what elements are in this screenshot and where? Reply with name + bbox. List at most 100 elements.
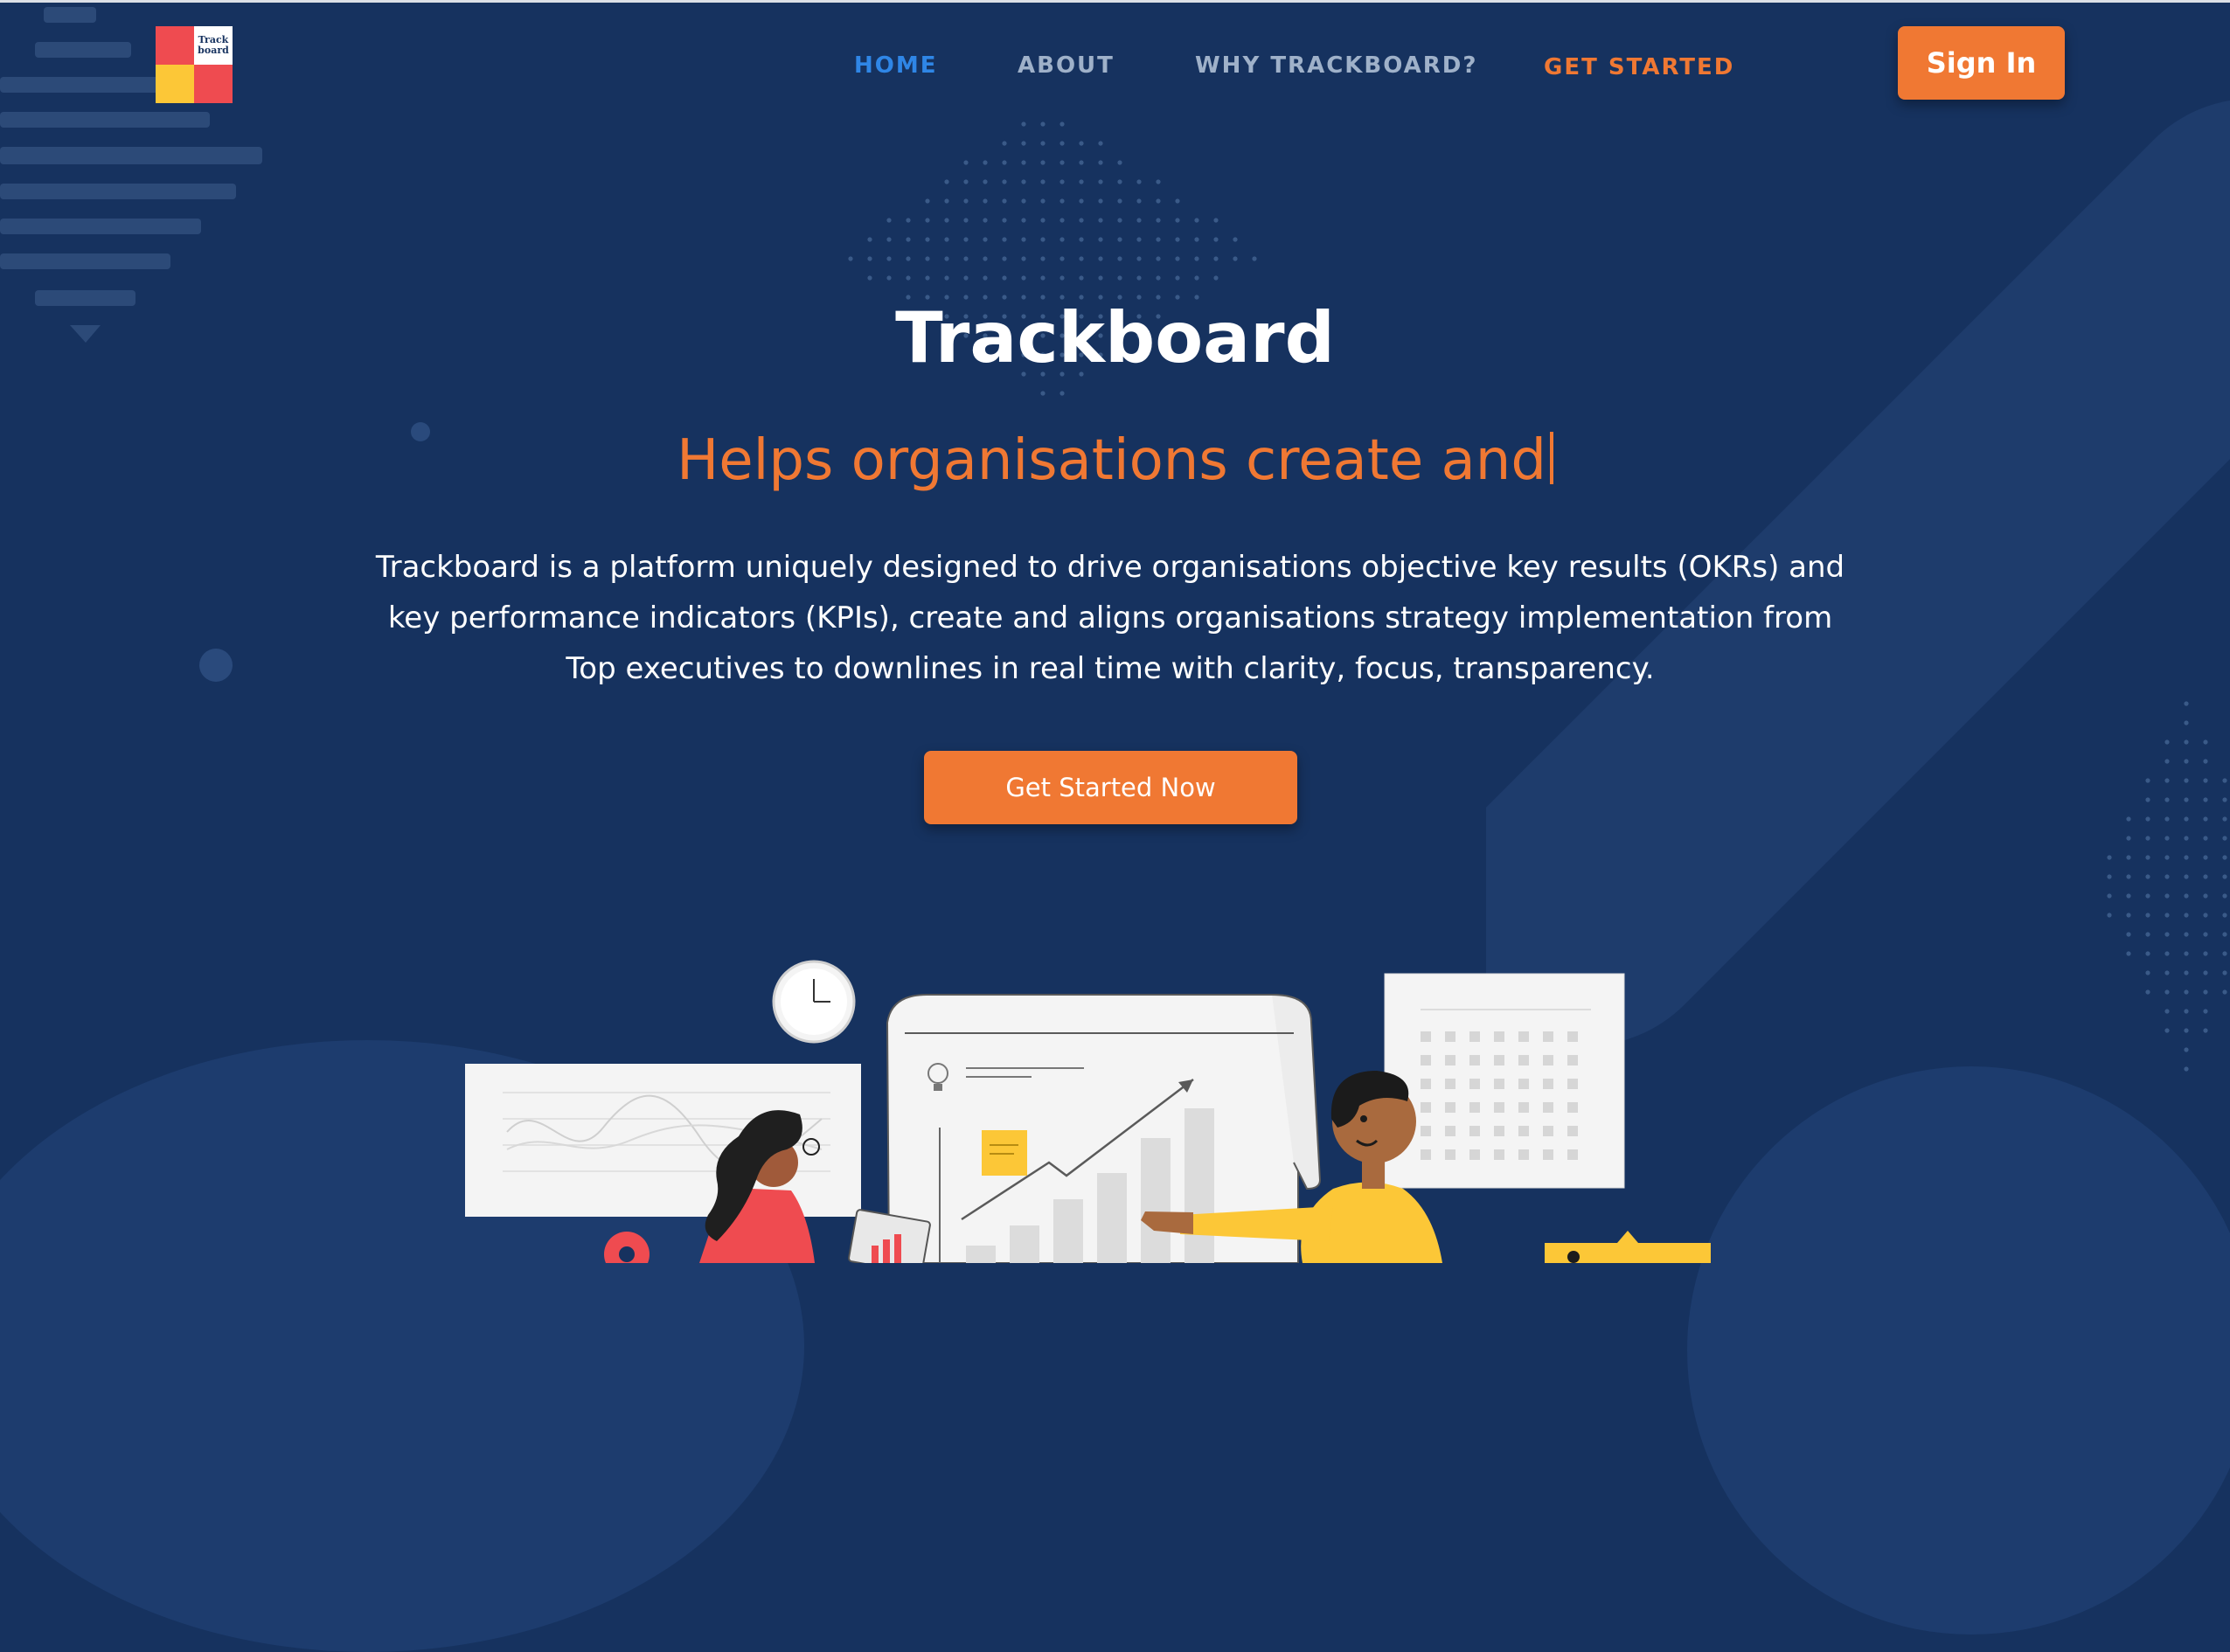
background-dot xyxy=(1021,256,1026,261)
calendar-day xyxy=(1518,1102,1529,1113)
background-dot xyxy=(1002,256,1007,261)
calendar-day xyxy=(1445,1149,1455,1160)
background-dot xyxy=(1117,160,1122,165)
background-dot xyxy=(963,179,969,184)
background-dot xyxy=(2184,855,2189,860)
calendar-day xyxy=(1421,1031,1431,1042)
calendar-day xyxy=(1469,1079,1480,1089)
background-dot xyxy=(2145,836,2150,841)
background-dot xyxy=(1040,141,1046,146)
background-dot xyxy=(1252,256,1257,261)
background-dot xyxy=(2184,951,2189,956)
nav-get-started[interactable]: GET STARTED xyxy=(1544,54,1734,80)
background-dot xyxy=(2203,874,2208,879)
background-dot xyxy=(963,160,969,165)
background-dot xyxy=(2184,778,2189,783)
background-dot xyxy=(2145,970,2150,975)
background-dot xyxy=(2184,816,2189,822)
background-dot xyxy=(1136,198,1142,204)
background-dot xyxy=(2203,778,2208,783)
calendar-day xyxy=(1445,1031,1455,1042)
notice-card xyxy=(1545,1231,1711,1263)
background-dot xyxy=(2184,759,2189,764)
background-dot xyxy=(1098,160,1103,165)
background-dot xyxy=(944,256,949,261)
background-dot xyxy=(1040,391,1046,396)
calendar-day xyxy=(1469,1149,1480,1160)
background-dot xyxy=(2164,1028,2170,1033)
background-dot xyxy=(1079,256,1084,261)
sign-in-button[interactable]: Sign In xyxy=(1898,26,2065,100)
background-dot xyxy=(1040,160,1046,165)
background-dot xyxy=(1002,141,1007,146)
background-dot xyxy=(2126,932,2131,937)
background-dot xyxy=(1040,237,1046,242)
background-dot xyxy=(2145,913,2150,918)
clock-icon xyxy=(772,960,856,1044)
background-dot xyxy=(1021,275,1026,281)
background-dot xyxy=(2222,797,2227,802)
background-dot xyxy=(1079,160,1084,165)
background-dot xyxy=(906,218,911,223)
nav-why-trackboard[interactable]: WHY TRACKBOARD? xyxy=(1195,52,1477,79)
background-dot xyxy=(1117,275,1122,281)
background-dot xyxy=(1156,256,1161,261)
background-dot xyxy=(2222,816,2227,822)
background-dot xyxy=(2184,932,2189,937)
background-dot xyxy=(1002,198,1007,204)
calendar-card xyxy=(1384,973,1625,1189)
background-dot xyxy=(1213,237,1219,242)
background-dot xyxy=(1040,121,1046,127)
background-dot xyxy=(1117,198,1122,204)
calendar-day xyxy=(1518,1126,1529,1136)
background-dot xyxy=(944,179,949,184)
calendar-day xyxy=(1469,1102,1480,1113)
top-border xyxy=(0,0,2230,3)
background-dot xyxy=(1136,237,1142,242)
background-dot xyxy=(1059,121,1065,127)
background-dot xyxy=(2203,797,2208,802)
hero-typed-subtitle: Helps organisations create and xyxy=(0,428,2230,493)
background-dot xyxy=(2107,874,2112,879)
background-dot xyxy=(963,256,969,261)
background-dot xyxy=(906,275,911,281)
calendar-day xyxy=(1567,1149,1578,1160)
background-dot xyxy=(1002,218,1007,223)
background-dot xyxy=(2126,951,2131,956)
background-dot xyxy=(1040,179,1046,184)
background-dot xyxy=(886,256,892,261)
background-dot xyxy=(2203,970,2208,975)
background-dot xyxy=(886,218,892,223)
nav-home[interactable]: HOME xyxy=(854,52,938,79)
background-dot xyxy=(2184,1028,2189,1033)
background-dot xyxy=(2184,989,2189,995)
calendar-day xyxy=(1494,1079,1504,1089)
background-dot xyxy=(1156,218,1161,223)
background-dot xyxy=(1098,256,1103,261)
background-dot xyxy=(1059,256,1065,261)
calendar-day xyxy=(1469,1126,1480,1136)
nav-about[interactable]: ABOUT xyxy=(1018,52,1115,79)
background-dot xyxy=(1156,237,1161,242)
background-dot xyxy=(2164,970,2170,975)
background-dot xyxy=(2184,1066,2189,1072)
typing-caret xyxy=(1549,432,1553,484)
calendar-day xyxy=(1494,1031,1504,1042)
calendar-day xyxy=(1494,1149,1504,1160)
background-dot xyxy=(2164,932,2170,937)
background-dot xyxy=(2222,778,2227,783)
background-dot xyxy=(2203,836,2208,841)
background-dot xyxy=(1156,198,1161,204)
calendar-day xyxy=(1445,1055,1455,1065)
background-dot xyxy=(1059,198,1065,204)
background-dot xyxy=(2184,739,2189,745)
background-dot xyxy=(2203,739,2208,745)
background-dot xyxy=(925,256,930,261)
background-dot xyxy=(2184,720,2189,725)
background-dot xyxy=(2184,913,2189,918)
background-dot xyxy=(2222,836,2227,841)
background-dot xyxy=(1098,141,1103,146)
get-started-now-button[interactable]: Get Started Now xyxy=(924,751,1297,824)
background-dot xyxy=(1194,256,1199,261)
background-dot xyxy=(2222,970,2227,975)
